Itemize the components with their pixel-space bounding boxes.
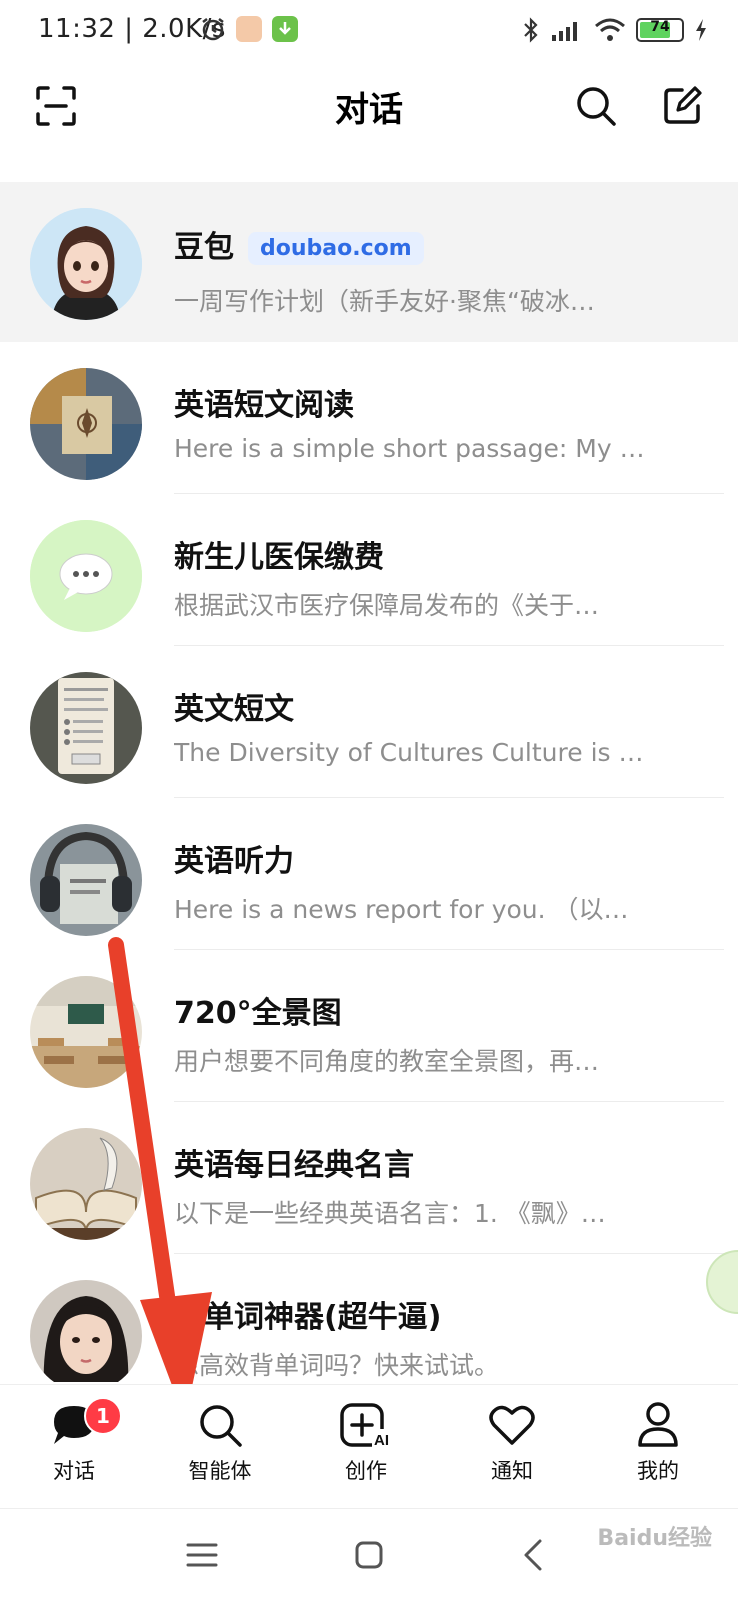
conversation-preview: 一周写作计划（新手友好·聚焦“破冰… <box>174 287 595 316</box>
battery-level: 74 <box>650 19 670 35</box>
conversation-item[interactable]: 720°全景图 用户想要不同角度的教室全景图，再… <box>0 950 738 1102</box>
document-avatar <box>30 672 142 784</box>
create-ai-icon: AI <box>340 1403 394 1449</box>
nav-label: 创作 <box>345 1459 387 1483</box>
conversation-item[interactable]: 英语每日经典名言 以下是一些经典英语名言：1. 《飘》… <box>0 1102 738 1254</box>
status-system-icons: 74 <box>522 16 708 44</box>
search-button[interactable] <box>574 84 622 132</box>
source-tag: doubao.com <box>248 232 424 265</box>
back-button[interactable] <box>512 1533 556 1577</box>
chat-bubble-avatar <box>30 520 142 632</box>
conversation-name: 英语每日经典名言 <box>174 1148 414 1183</box>
nav-label: 我的 <box>637 1459 679 1483</box>
nav-tab-profile[interactable]: 我的 <box>598 1399 718 1485</box>
heart-icon <box>489 1405 535 1445</box>
app-header: 对话 <box>0 64 738 182</box>
menu-button[interactable] <box>180 1533 224 1577</box>
conversation-name: 英语短文阅读 <box>174 388 354 423</box>
nav-label: 通知 <box>491 1459 533 1483</box>
nav-tab-notifications[interactable]: 通知 <box>452 1399 572 1485</box>
profile-icon <box>638 1402 678 1447</box>
back-icon <box>524 1539 542 1571</box>
conversation-name: 背单词神器(超牛逼) <box>174 1300 442 1335</box>
page-title: 对话 <box>335 90 403 130</box>
conversation-item-doubao[interactable]: 豆包 doubao.com 一周写作计划（新手友好·聚焦“破冰… <box>0 182 738 342</box>
conversation-list: 豆包 doubao.com 一周写作计划（新手友好·聚焦“破冰… 英语短文阅读 H… <box>0 182 738 1382</box>
conversation-preview: Here is a simple short passage: My … <box>174 434 645 463</box>
bluetooth-icon <box>524 17 538 43</box>
wifi-icon <box>595 18 625 41</box>
conversation-item[interactable]: 英语短文阅读 Here is a simple short passage: M… <box>0 342 738 494</box>
conversation-preview: Here is a news report for you. （以… <box>174 895 629 924</box>
menu-icon <box>186 1543 218 1567</box>
conversation-name: 豆包 <box>174 230 234 265</box>
home-button[interactable] <box>347 1533 391 1577</box>
status-notification-icons <box>200 16 298 42</box>
search-icon <box>577 87 616 126</box>
alarm-icon <box>202 18 224 41</box>
nav-tab-create[interactable]: AI 创作 <box>306 1399 426 1485</box>
nav-tab-agents[interactable]: 智能体 <box>160 1399 280 1485</box>
unread-badge: 1 <box>84 1397 122 1435</box>
search-icon <box>200 1405 242 1447</box>
conversation-preview: 根据武汉市医疗保障局发布的《关于… <box>174 591 600 620</box>
headphones-avatar <box>30 824 142 936</box>
app-notification-icon <box>236 16 262 42</box>
status-bar: 11:32 | 2.0K/s 74 <box>0 0 738 64</box>
edit-icon <box>664 86 702 124</box>
download-icon <box>272 16 298 42</box>
conversation-item[interactable]: 英文短文 The Diversity of Cultures Culture i… <box>0 646 738 798</box>
conversation-preview: 想高效背单词吗？快来试试。 <box>174 1351 500 1380</box>
girl-avatar <box>30 1280 142 1382</box>
book-avatar <box>30 1128 142 1240</box>
watermark-logo: Baidu经验 <box>597 1526 712 1551</box>
conversation-preview: 用户想要不同角度的教室全景图，再… <box>174 1047 600 1076</box>
conversation-item[interactable]: 英语听力 Here is a news report for you. （以… <box>0 798 738 950</box>
charging-icon <box>696 19 706 41</box>
conversation-item[interactable]: 背单词神器(超牛逼) 想高效背单词吗？快来试试。 <box>0 1254 738 1382</box>
conversation-name: 新生儿医保缴费 <box>174 540 384 575</box>
nav-tab-chat[interactable]: 1 对话 <box>14 1397 134 1485</box>
doubao-avatar <box>30 208 142 320</box>
conversation-preview: The Diversity of Cultures Culture is … <box>174 738 644 767</box>
nav-label: 智能体 <box>188 1459 252 1483</box>
classroom-avatar <box>30 976 142 1088</box>
conversation-preview: 以下是一些经典英语名言：1. 《飘》… <box>174 1199 606 1228</box>
new-chat-button[interactable] <box>660 84 708 132</box>
svg-text:AI: AI <box>374 1432 389 1449</box>
conversation-name: 720°全景图 <box>174 996 342 1031</box>
bottom-navigation: 1 对话 智能体 AI 创作 通知 我的 <box>0 1384 738 1495</box>
conversation-item[interactable]: 新生儿医保缴费 根据武汉市医疗保障局发布的《关于… <box>0 494 738 646</box>
nav-label: 对话 <box>53 1459 95 1483</box>
conversation-name: 英文短文 <box>174 692 294 727</box>
home-icon <box>355 1541 383 1569</box>
status-time: 11:32 | 2.0K/s <box>38 14 226 44</box>
battery-icon: 74 <box>636 18 684 42</box>
collage-avatar <box>30 368 142 480</box>
conversation-name: 英语听力 <box>174 844 294 879</box>
signal-icon <box>552 22 577 41</box>
